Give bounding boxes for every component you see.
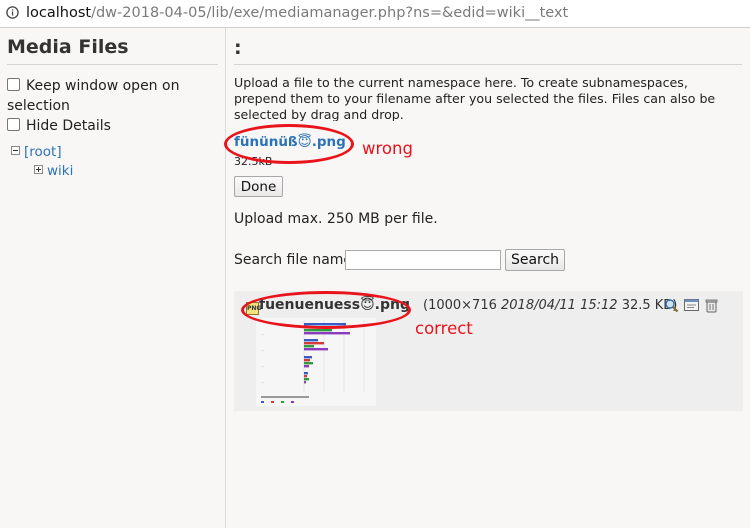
media-sidebar: Media Files Keep window open on selectio… bbox=[0, 28, 226, 528]
upload-instructions: Upload a file to the current namespace h… bbox=[234, 75, 716, 121]
max-upload-note: Upload max. 250 MB per file. bbox=[234, 211, 438, 227]
thumbnail-image[interactable]: .... .... .... .... bbox=[256, 318, 376, 406]
hide-details-label: Hide Details bbox=[26, 118, 111, 134]
main-divider bbox=[234, 64, 742, 65]
annotation-correct: correct bbox=[415, 319, 473, 338]
media-main-panel: : Upload a file to the current namespace… bbox=[226, 28, 750, 528]
collapse-icon[interactable] bbox=[11, 146, 20, 155]
svg-text:....: .... bbox=[261, 381, 264, 384]
done-button[interactable]: Done bbox=[234, 176, 283, 197]
url-host: localhost bbox=[26, 5, 92, 21]
hide-details-option[interactable]: Hide Details bbox=[7, 116, 111, 136]
file-meta: (1000×716 2018/04/11 15:12 32.5 KB) bbox=[423, 298, 677, 313]
svg-text:....: .... bbox=[261, 333, 264, 336]
insert-link-icon[interactable] bbox=[684, 298, 699, 313]
annotation-circle-wrong bbox=[224, 124, 354, 164]
svg-text:....: .... bbox=[261, 349, 264, 352]
url-path: /dw-2018-04-05/lib/exe/mediamanager.php?… bbox=[91, 5, 569, 21]
tree-root: [root] bbox=[11, 144, 62, 160]
sidebar-divider bbox=[7, 64, 218, 65]
keep-window-open-option[interactable]: Keep window open on selection bbox=[7, 76, 207, 116]
delete-icon[interactable] bbox=[704, 298, 719, 313]
annotation-wrong: wrong bbox=[362, 139, 413, 158]
expand-icon[interactable] bbox=[34, 165, 43, 174]
search-input[interactable] bbox=[345, 250, 501, 270]
tree-item-wiki: wiki bbox=[34, 163, 73, 179]
namespace-title: : bbox=[234, 37, 242, 59]
tree-root-link[interactable]: [root] bbox=[24, 144, 62, 160]
url-bar[interactable]: localhost/dw-2018-04-05/lib/exe/mediaman… bbox=[0, 0, 750, 28]
hide-details-checkbox[interactable] bbox=[7, 118, 20, 131]
annotation-circle-correct bbox=[241, 291, 411, 329]
search-button[interactable]: Search bbox=[505, 249, 565, 271]
search-label: Search file name: bbox=[234, 252, 357, 268]
url-text[interactable]: localhost/dw-2018-04-05/lib/exe/mediaman… bbox=[26, 5, 568, 21]
file-dimensions: (1000×716 bbox=[423, 298, 497, 313]
svg-text:....: .... bbox=[261, 365, 264, 368]
info-icon[interactable] bbox=[6, 6, 19, 19]
sidebar-title: Media Files bbox=[7, 36, 129, 58]
keep-window-open-checkbox[interactable] bbox=[7, 78, 20, 91]
file-date: 2018/04/11 15:12 bbox=[501, 298, 618, 313]
magnifier-icon[interactable] bbox=[664, 298, 679, 313]
keep-window-open-label: Keep window open on selection bbox=[7, 78, 180, 114]
tree-item-wiki-link[interactable]: wiki bbox=[47, 163, 73, 179]
